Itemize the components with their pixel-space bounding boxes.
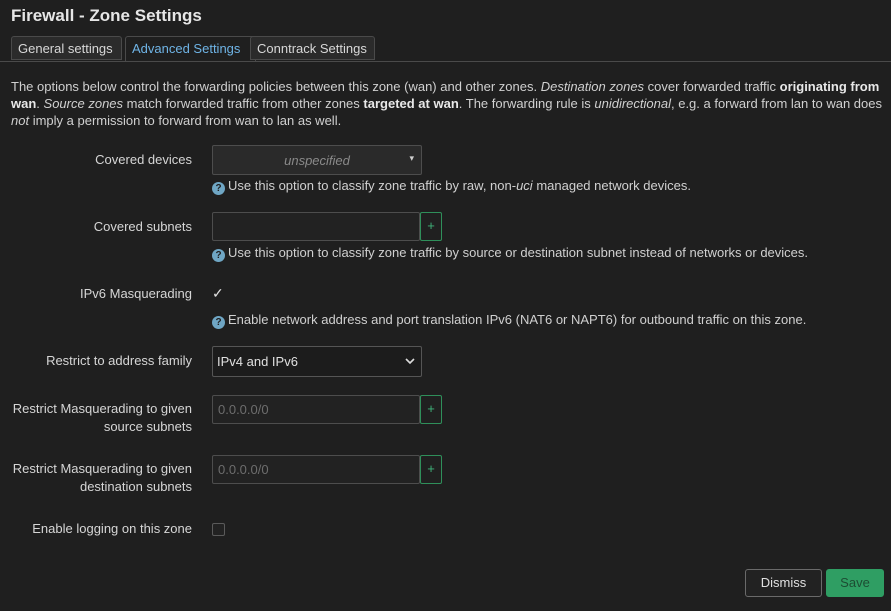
help-icon: ? bbox=[212, 182, 225, 195]
help-text: Use this option to classify zone traffic… bbox=[228, 245, 809, 260]
covered-subnets-add-button[interactable]: + bbox=[420, 212, 442, 241]
ipv6-masquerading-help: ? Enable network address and port transla… bbox=[212, 312, 806, 329]
masq-source-placeholder: 0.0.0.0/0 bbox=[218, 402, 269, 417]
chevron-down-icon: ▾ bbox=[409, 153, 414, 163]
help-text: Use this option to classify zone traffic… bbox=[228, 178, 517, 193]
logging-label: Enable logging on this zone bbox=[32, 521, 192, 536]
dismiss-button[interactable]: Dismiss bbox=[745, 569, 822, 597]
desc-not: not bbox=[11, 113, 30, 128]
plus-icon: + bbox=[427, 401, 435, 416]
ipv6-masquerading-label: IPv6 Masquerading bbox=[79, 286, 192, 301]
desc-text: . The forwarding rule is bbox=[458, 96, 595, 111]
desc-text: , e.g. a forward from lan to wan does bbox=[670, 96, 882, 111]
masq-source-label-line2: source subnets bbox=[103, 419, 192, 434]
masq-dest-label-line1: Restrict Masquerading to given bbox=[12, 461, 192, 476]
covered-subnets-help: ? Use this option to classify zone traffi… bbox=[212, 245, 808, 262]
tab-advanced-settings[interactable]: Advanced Settings bbox=[125, 36, 256, 62]
masq-dest-label-line2: destination subnets bbox=[79, 479, 192, 494]
desc-text: The options below control the forwarding… bbox=[11, 79, 541, 94]
masq-dest-placeholder: 0.0.0.0/0 bbox=[218, 462, 269, 477]
help-icon: ? bbox=[212, 249, 225, 262]
masq-source-input[interactable]: 0.0.0.0/0 bbox=[212, 395, 420, 424]
chevron-down-icon bbox=[405, 358, 415, 365]
covered-subnets-label: Covered subnets bbox=[93, 219, 192, 234]
save-button[interactable]: Save bbox=[826, 569, 884, 597]
covered-subnets-input[interactable] bbox=[212, 212, 420, 241]
plus-icon: + bbox=[427, 218, 435, 233]
help-text: Enable network address and port translat… bbox=[228, 312, 807, 327]
desc-text: cover forwarded traffic bbox=[644, 79, 780, 94]
masq-source-label: Restrict Masquerading to given source sub… bbox=[13, 400, 192, 436]
masq-dest-label: Restrict Masquerading to given destinatio… bbox=[13, 460, 192, 496]
desc-source-zones: Source zones bbox=[43, 96, 124, 111]
covered-devices-help: ? Use this option to classify zone traffi… bbox=[212, 178, 691, 195]
tab-general-settings[interactable]: General settings bbox=[11, 36, 122, 60]
desc-text: . bbox=[36, 96, 44, 111]
masq-source-label-line1: Restrict Masquerading to given bbox=[12, 401, 192, 416]
masq-dest-add-button[interactable]: + bbox=[420, 455, 442, 484]
desc-text: imply a permission to forward from wan t… bbox=[29, 113, 342, 128]
masq-dest-input[interactable]: 0.0.0.0/0 bbox=[212, 455, 420, 484]
help-text-uci: uci bbox=[516, 178, 533, 193]
tab-conntrack-settings[interactable]: Conntrack Settings bbox=[250, 36, 375, 60]
covered-devices-value: unspecified bbox=[284, 153, 350, 168]
masq-source-add-button[interactable]: + bbox=[420, 395, 442, 424]
covered-devices-label: Covered devices bbox=[95, 152, 192, 167]
plus-icon: + bbox=[427, 461, 435, 476]
address-family-select[interactable]: IPv4 and IPv6 bbox=[212, 346, 422, 377]
desc-destination-zones: Destination zones bbox=[540, 79, 645, 94]
logging-checkbox[interactable] bbox=[212, 523, 225, 536]
tab-divider bbox=[0, 61, 891, 62]
address-family-label: Restrict to address family bbox=[46, 353, 192, 368]
zone-description: The options below control the forwarding… bbox=[11, 78, 883, 129]
address-family-value: IPv4 and IPv6 bbox=[217, 354, 298, 369]
desc-unidirectional: unidirectional bbox=[594, 96, 671, 111]
covered-devices-dropdown[interactable]: unspecified ▾ bbox=[212, 145, 422, 175]
page-title: Firewall - Zone Settings bbox=[11, 6, 202, 25]
desc-text: match forwarded traffic from other zones bbox=[123, 96, 364, 111]
desc-targeted-at-wan: targeted at wan bbox=[363, 96, 459, 111]
ipv6-masquerading-checkbox[interactable]: ✓ bbox=[212, 285, 225, 301]
check-icon: ✓ bbox=[212, 285, 224, 301]
help-icon: ? bbox=[212, 316, 225, 329]
help-text: managed network devices. bbox=[532, 178, 691, 193]
